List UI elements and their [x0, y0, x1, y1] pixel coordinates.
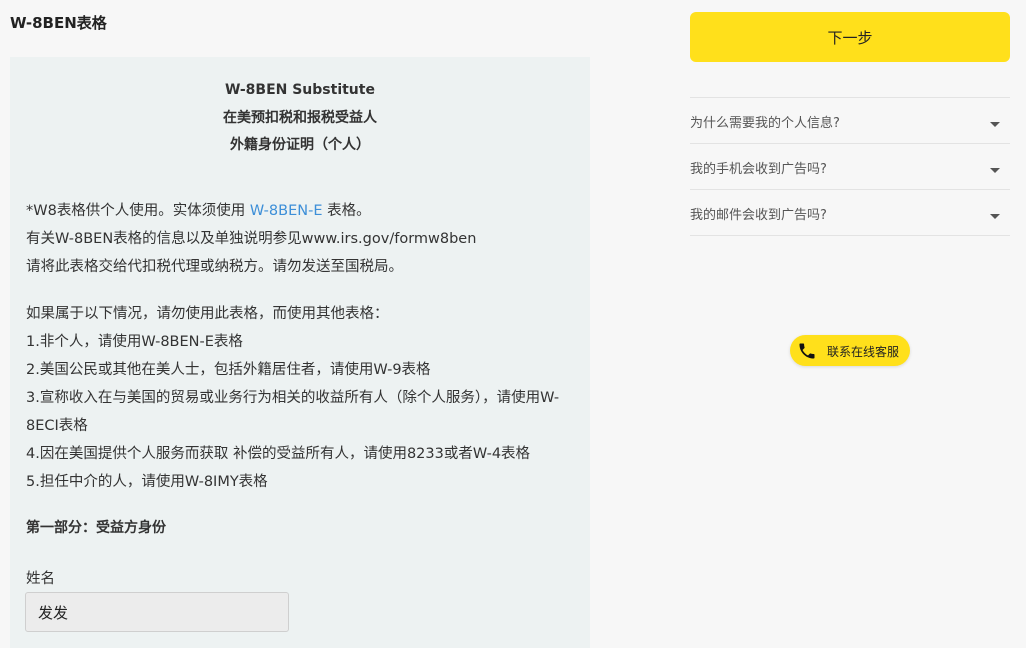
section-title: 第一部分：受益方身份 [26, 520, 166, 536]
page-title: W-8BEN表格 [10, 14, 107, 32]
faq-item-phone-ads[interactable]: 我的手机会收到广告吗? [690, 144, 1010, 190]
intro-line-2: 有关W-8BEN表格的信息以及单独说明参见www.irs.gov/formw8b… [26, 231, 477, 247]
exclusion-item: 3.宣称收入在与美国的贸易或业务行为相关的收益所有人（除个人服务），请使用W-8… [26, 390, 560, 434]
faq-item-email-ads[interactable]: 我的邮件会收到广告吗? [690, 190, 1010, 236]
intro-line-1: *W8表格供个人使用。实体须使用 W-8BEN-E 表格。 [26, 197, 586, 225]
w8ben-e-link[interactable]: W-8BEN-E [250, 203, 323, 219]
form-heading-line-1: W-8BEN Substitute [225, 82, 375, 98]
online-support-button[interactable]: 联系在线客服 [790, 335, 910, 366]
faq-question: 为什么需要我的个人信息? [690, 116, 840, 131]
exclusion-intro: 如果属于以下情况，请勿使用此表格，而使用其他表格： [26, 306, 389, 322]
exclusion-item: 2.美国公民或其他在美人士，包括外籍居住者，请使用W-9表格 [26, 362, 431, 378]
w8ben-page: W-8BEN表格 W-8BEN Substitute 在美预扣税和报税受益人 外… [0, 0, 1026, 648]
next-step-button[interactable]: 下一步 [690, 12, 1010, 62]
caret-down-icon [990, 168, 1000, 173]
intro-line-1-suffix: 表格。 [322, 203, 371, 219]
form-heading: W-8BEN Substitute 在美预扣税和报税受益人 外籍身份证明（个人） [10, 77, 590, 160]
faq-question: 我的邮件会收到广告吗? [690, 208, 827, 223]
intro-line-3: 请将此表格交给代扣税代理或纳税方。请勿发送至国税局。 [26, 259, 403, 275]
faq-item-why-personal-info[interactable]: 为什么需要我的个人信息? [690, 98, 1010, 144]
exclusion-item: 5.担任中介的人，请使用W-8IMY表格 [26, 474, 268, 490]
caret-down-icon [990, 214, 1000, 219]
form-heading-line-3: 外籍身份证明（个人） [230, 137, 370, 153]
name-input[interactable] [25, 592, 289, 632]
exclusion-list: 如果属于以下情况，请勿使用此表格，而使用其他表格： 1.非个人，请使用W-8BE… [26, 300, 586, 496]
intro-line-1-prefix: *W8表格供个人使用。实体须使用 [26, 203, 250, 219]
form-heading-line-2: 在美预扣税和报税受益人 [223, 109, 377, 126]
faq-question: 我的手机会收到广告吗? [690, 162, 827, 177]
name-label: 姓名 [26, 571, 55, 587]
caret-down-icon [990, 122, 1000, 127]
support-label: 联系在线客服 [827, 345, 900, 359]
faq-list: 为什么需要我的个人信息? 我的手机会收到广告吗? 我的邮件会收到广告吗? [690, 97, 1010, 236]
exclusion-item: 4.因在美国提供个人服务而获取 补偿的受益所有人，请使用8233或者W-4表格 [26, 446, 531, 462]
exclusion-item: 1.非个人，请使用W-8BEN-E表格 [26, 334, 243, 350]
intro-text: *W8表格供个人使用。实体须使用 W-8BEN-E 表格。 有关W-8BEN表格… [26, 197, 586, 281]
phone-icon [799, 343, 815, 359]
form-panel: W-8BEN Substitute 在美预扣税和报税受益人 外籍身份证明（个人）… [10, 57, 590, 648]
